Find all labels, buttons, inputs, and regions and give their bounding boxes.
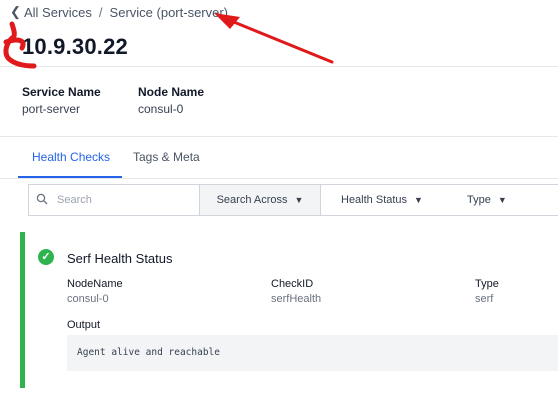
annotation-scribble — [3, 21, 37, 69]
annotation-arrow-head — [214, 13, 240, 29]
annotation-arrow-line — [222, 16, 334, 64]
red-annotation-overlay — [3, 13, 334, 69]
